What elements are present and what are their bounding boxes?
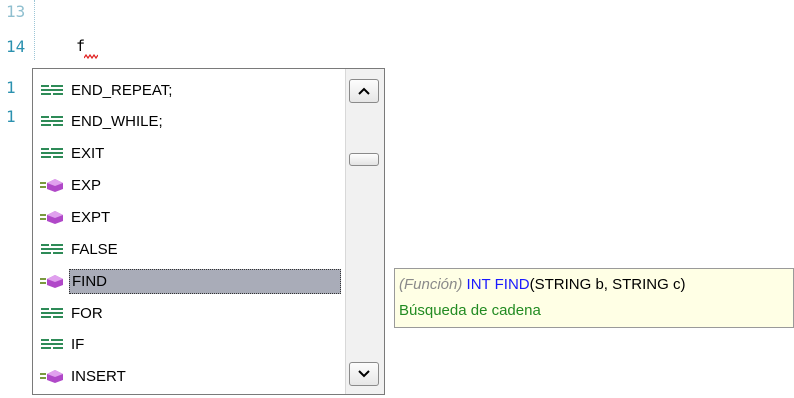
- scroll-down-button[interactable]: [349, 362, 379, 386]
- keyword-icon: [37, 303, 67, 323]
- keyword-icon: [37, 239, 67, 259]
- function-icon: [37, 366, 67, 386]
- line-number-13: 13: [6, 2, 26, 21]
- completion-item-exit[interactable]: EXIT: [35, 138, 345, 168]
- tooltip-signature: (Función) INT FIND(STRING b, STRING c): [399, 272, 789, 298]
- completion-item-label: FOR: [71, 304, 103, 322]
- function-icon: [37, 271, 67, 291]
- tooltip-function-name: FIND: [494, 276, 530, 293]
- completion-item-label: FALSE: [71, 240, 118, 258]
- tooltip-return-type: INT: [466, 276, 491, 293]
- signature-tooltip: (Función) INT FIND(STRING b, STRING c) B…: [394, 268, 794, 328]
- completion-item-label: END_REPEAT;: [71, 81, 173, 99]
- keyword-icon: [37, 80, 67, 100]
- completion-item-label: EXIT: [71, 144, 105, 162]
- completion-item-end-while[interactable]: END_WHILE;: [35, 106, 345, 136]
- keyword-icon: [37, 334, 67, 354]
- function-icon: [37, 175, 67, 195]
- completion-item-label: EXP: [71, 176, 102, 194]
- line-number-14: 14: [6, 37, 26, 56]
- tooltip-params: (STRING b, STRING c): [529, 276, 686, 293]
- completion-item-expt[interactable]: EXPT: [35, 202, 345, 232]
- tooltip-description: Búsqueda de cadena: [399, 302, 541, 319]
- completion-item-label: IF: [71, 335, 85, 353]
- completion-item-insert[interactable]: INSERT: [35, 361, 345, 391]
- completion-scrollbar[interactable]: [345, 69, 384, 394]
- line-number-16: 1: [6, 107, 16, 126]
- completion-item-for[interactable]: FOR: [35, 298, 345, 328]
- completion-item-false[interactable]: FALSE: [35, 234, 345, 264]
- keyword-icon: [37, 111, 67, 131]
- code-line-text[interactable]: f: [76, 36, 85, 56]
- scroll-up-button[interactable]: [349, 79, 379, 103]
- chevron-up-icon: [358, 87, 370, 95]
- completion-item-label: FIND: [69, 268, 341, 294]
- completion-popup: END_REPEAT; END_WHILE; EXIT EXP EXPT FAL…: [32, 68, 385, 395]
- completion-item-label: EXPT: [71, 208, 111, 226]
- completion-item-label: INSERT: [71, 367, 126, 385]
- tooltip-kind: (Función): [399, 276, 463, 293]
- completion-item-end-repeat[interactable]: END_REPEAT;: [35, 75, 345, 105]
- keyword-icon: [37, 143, 67, 163]
- completion-item-label: END_WHILE;: [71, 112, 163, 130]
- completion-item-if[interactable]: IF: [35, 329, 345, 359]
- completion-list: END_REPEAT; END_WHILE; EXIT EXP EXPT FAL…: [33, 69, 343, 394]
- completion-item-find[interactable]: FIND: [35, 266, 345, 296]
- gutter-separator: [34, 0, 35, 60]
- spelling-error-squiggle: [84, 54, 98, 60]
- line-number-15: 1: [6, 78, 16, 97]
- completion-item-exp[interactable]: EXP: [35, 170, 345, 200]
- function-icon: [37, 207, 67, 227]
- scroll-thumb[interactable]: [349, 153, 379, 166]
- chevron-down-icon: [358, 370, 370, 378]
